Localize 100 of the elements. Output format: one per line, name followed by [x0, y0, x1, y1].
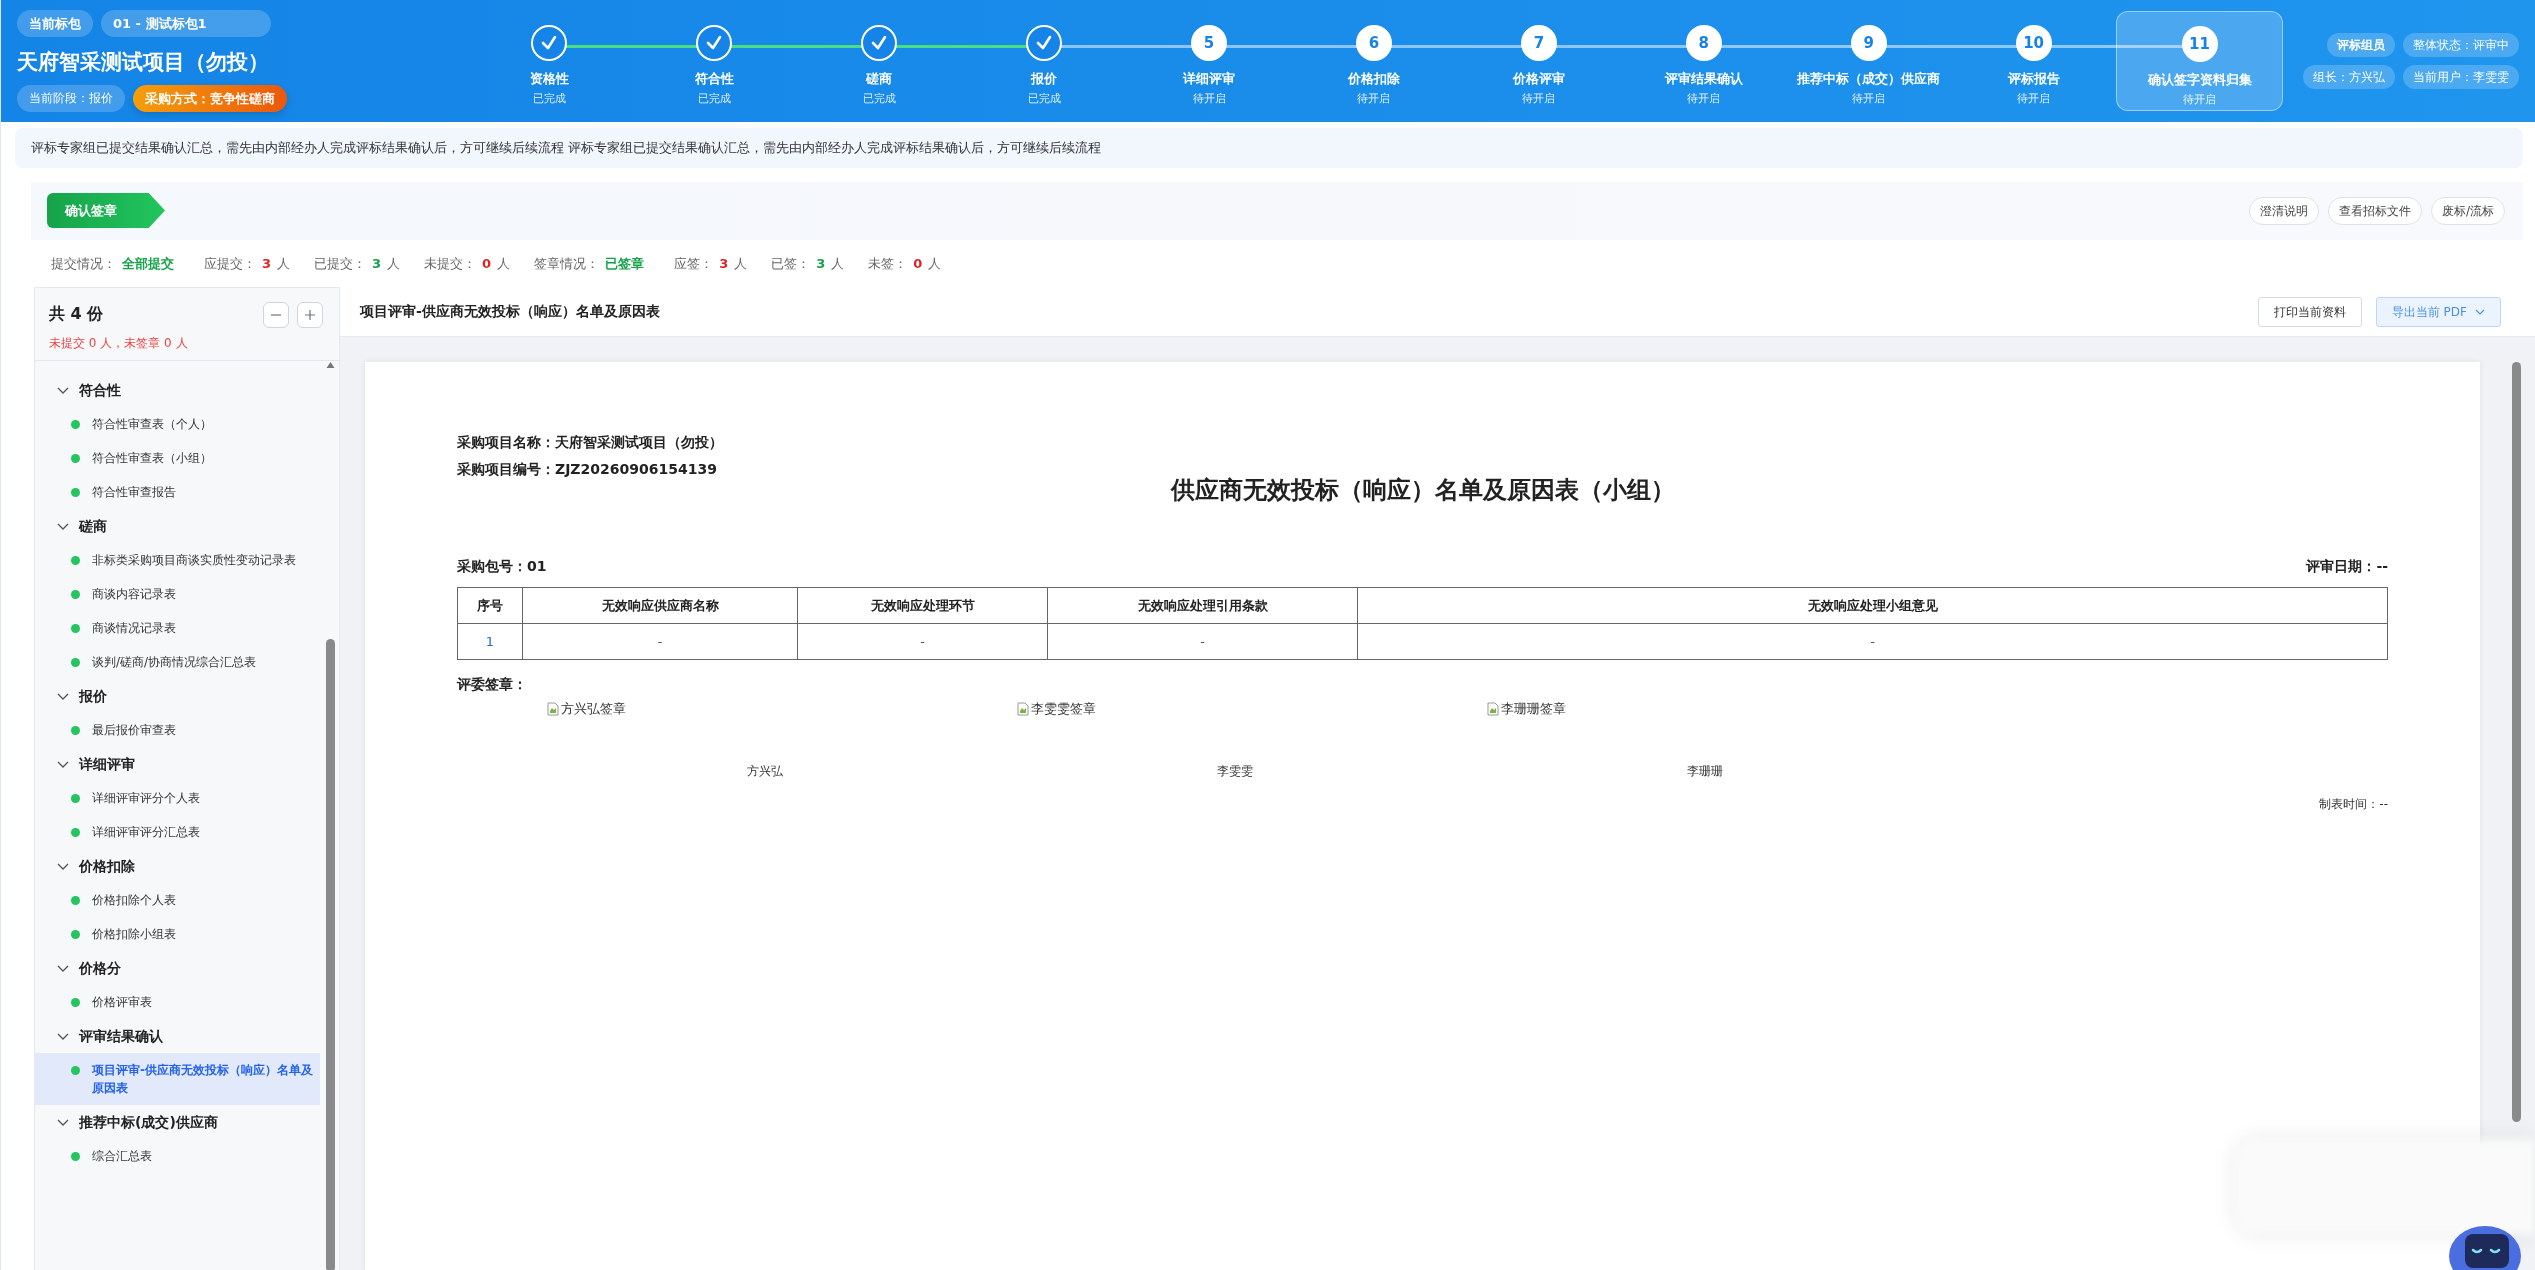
table-cell: - [1047, 623, 1358, 660]
signer-name: 方兴弘 [747, 762, 783, 780]
tree-item[interactable]: 商谈内容记录表 [35, 577, 320, 611]
step-status: 已完成 [532, 90, 566, 107]
status-dot [71, 998, 80, 1007]
tree-item[interactable]: 价格扣除个人表 [35, 883, 320, 917]
broken-image-icon [1487, 701, 1499, 716]
print-button[interactable]: 打印当前资料 [2257, 296, 2362, 327]
tree-item[interactable]: 价格评审表 [35, 985, 320, 1019]
step[interactable]: 10 评标报告 待开启 [1951, 11, 2117, 111]
step-number: 9 [1863, 32, 1874, 54]
step[interactable]: 7 价格评审 待开启 [1456, 11, 1622, 111]
status-dot [71, 794, 80, 803]
step[interactable]: 资格性 已完成 [467, 11, 632, 111]
step-label: 符合性 [694, 70, 734, 88]
step-label: 价格评审 [1512, 70, 1565, 88]
info-badge: 评标组员 [2327, 33, 2395, 57]
step[interactable]: 9 推荐中标（成交）供应商 待开启 [1786, 11, 1952, 111]
tree-item[interactable]: 最后报价审查表 [35, 713, 320, 747]
tree-group[interactable]: 报价 [35, 679, 320, 713]
tree-item[interactable]: 符合性审查表（小组） [35, 441, 320, 475]
step-status: 待开启 [1522, 90, 1556, 107]
stat-unit: 人 [277, 255, 291, 271]
caret-icon [2475, 309, 2485, 315]
group-title: 推荐中标(成交)供应商 [79, 1112, 218, 1132]
stat-label: 已签： [771, 255, 811, 271]
tree-group[interactable]: 推荐中标(成交)供应商 [35, 1105, 320, 1139]
tree-item[interactable]: 项目评审-供应商无效投标（响应）名单及原因表 [35, 1053, 320, 1105]
tree-item[interactable]: 综合汇总表 [35, 1139, 320, 1173]
item-label: 价格扣除个人表 [92, 892, 176, 909]
stat-value: 3 [372, 255, 382, 271]
check-icon [870, 34, 889, 52]
table-cell: - [797, 623, 1048, 660]
item-label: 综合汇总表 [92, 1148, 152, 1165]
tree-item[interactable]: 详细评审评分个人表 [35, 781, 320, 815]
tree-group[interactable]: 价格分 [35, 951, 320, 985]
check-icon [540, 34, 559, 52]
action-button[interactable]: 澄清说明 [2248, 196, 2319, 225]
status-dot [71, 726, 80, 735]
tree-item[interactable]: 符合性审查报告 [35, 475, 320, 509]
step[interactable]: 6 价格扣除 待开启 [1291, 11, 1457, 111]
group-title: 价格扣除 [79, 856, 135, 876]
tree-group[interactable]: 磋商 [35, 509, 320, 543]
signer-name: 李雯雯 [1217, 762, 1253, 780]
column-header: 无效响应处理引用条款 [1047, 587, 1358, 624]
stat-unit: 人 [497, 255, 511, 271]
stat-value: 0 [913, 255, 923, 271]
step-status: 待开启 [1687, 90, 1721, 107]
tree-group[interactable]: 价格扣除 [35, 849, 320, 883]
tree-item[interactable]: 非标类采购项目商谈实质性变动记录表 [35, 543, 320, 577]
tree-item[interactable]: 价格扣除小组表 [35, 917, 320, 951]
project-title: 天府智采测试项目（勿投） [17, 49, 270, 77]
step[interactable]: 符合性 已完成 [631, 11, 797, 111]
signer-name: 李珊珊 [1687, 762, 1723, 780]
tree-group[interactable]: 详细评审 [35, 747, 320, 781]
step[interactable]: 11 确认签字资料归集 待开启 [2116, 11, 2283, 111]
step[interactable]: 8 评审结果确认 待开启 [1621, 11, 1787, 111]
step-label: 评审结果确认 [1664, 70, 1743, 88]
table-cell: 1 [457, 623, 523, 660]
submission-summary: 未提交 0 人，未签章 0 人 [49, 335, 189, 352]
step-status: 待开启 [1357, 90, 1391, 107]
action-button[interactable]: 废标/流标 [2430, 196, 2505, 225]
expand-button[interactable] [297, 302, 323, 328]
step-status: 已完成 [1027, 90, 1061, 107]
collapse-button[interactable] [263, 302, 289, 328]
group-title: 详细评审 [79, 754, 135, 774]
step-label: 资格性 [529, 70, 569, 88]
document-field: 采购项目名称：天府智采测试项目（勿投） [457, 432, 2388, 453]
stat-value: 全部提交 [122, 255, 174, 271]
step-status: 已完成 [862, 90, 896, 107]
tree-item[interactable]: 符合性审查表（个人） [35, 407, 320, 441]
step-label: 价格扣除 [1348, 70, 1400, 88]
check-icon [705, 34, 724, 52]
signature-image-alt: 李雯雯签章 [1031, 700, 1096, 718]
signature-label: 评委签章： [457, 675, 528, 694]
step-label: 磋商 [866, 70, 893, 88]
stat-label: 未签： [868, 255, 908, 271]
stat-unit: 人 [734, 255, 748, 271]
stat-unit: 人 [928, 255, 942, 271]
action-button[interactable]: 查看招标文件 [2327, 196, 2422, 225]
info-badge: 整体状态：评审中 [2403, 33, 2519, 57]
step[interactable]: 报价 已完成 [961, 11, 1127, 111]
tree-item[interactable]: 谈判/磋商/协商情况综合汇总表 [35, 645, 320, 679]
step-status: 待开启 [1192, 90, 1226, 107]
check-icon [1035, 34, 1054, 52]
stat-label: 已提交： [314, 255, 367, 271]
column-header: 无效响应处理环节 [797, 587, 1048, 624]
stat-label: 未提交： [424, 255, 477, 271]
scroll-up-arrow-icon[interactable] [326, 361, 335, 369]
notice-text: 评标专家组已提交结果确认汇总，需先由内部经办人完成评标结果确认后，方可继续后续流程 评标专家组已提交结果确认汇总，需先由内部经办人完成评标结果确认后，方可继续后续流程 [15, 128, 2523, 168]
stat-value: 3 [719, 255, 729, 271]
package-label: 当前标包 [17, 9, 93, 38]
item-label: 价格扣除小组表 [92, 926, 176, 943]
tree-item[interactable]: 商谈情况记录表 [35, 611, 320, 645]
group-title: 报价 [79, 686, 107, 706]
tree-group[interactable]: 评审结果确认 [35, 1019, 320, 1053]
step[interactable]: 磋商 已完成 [796, 11, 962, 111]
step[interactable]: 5 详细评审 待开启 [1126, 11, 1292, 111]
tree-item[interactable]: 详细评审评分汇总表 [35, 815, 320, 849]
tree-group[interactable]: 符合性 [35, 373, 320, 407]
